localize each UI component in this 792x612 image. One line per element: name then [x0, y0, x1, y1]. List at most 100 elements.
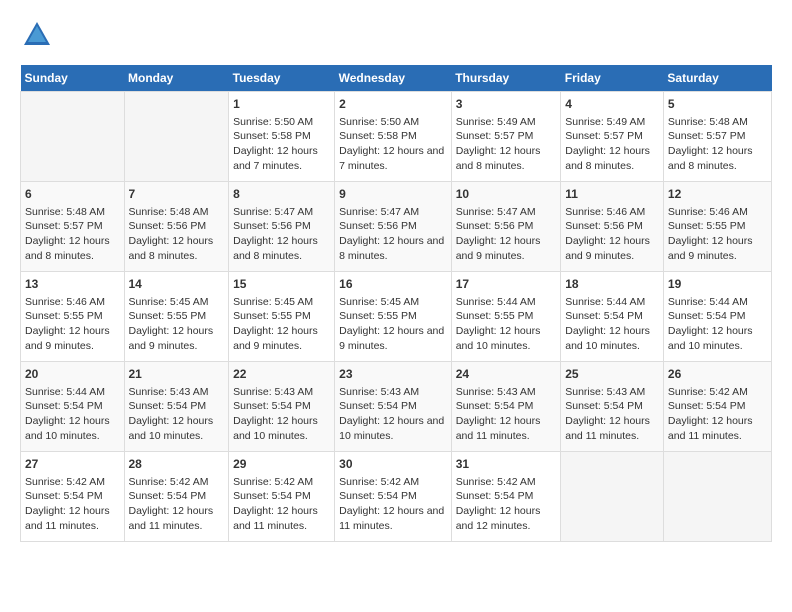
- sunrise-text: Sunrise: 5:43 AM: [565, 385, 659, 400]
- sunset-text: Sunset: 5:56 PM: [129, 219, 225, 234]
- sunset-text: Sunset: 5:57 PM: [456, 129, 557, 144]
- day-number: 24: [456, 366, 557, 383]
- daylight-text: Daylight: 12 hours and 8 minutes.: [25, 234, 120, 263]
- sunrise-text: Sunrise: 5:48 AM: [129, 205, 225, 220]
- sunrise-text: Sunrise: 5:47 AM: [339, 205, 447, 220]
- day-number: 28: [129, 456, 225, 473]
- sunset-text: Sunset: 5:55 PM: [25, 309, 120, 324]
- daylight-text: Daylight: 12 hours and 10 minutes.: [456, 324, 557, 353]
- page-header: [20, 20, 772, 55]
- calendar-cell: 12 Sunrise: 5:46 AMSunset: 5:55 PMDayligh…: [663, 182, 771, 272]
- calendar-cell: 13Sunrise: 5:46 AMSunset: 5:55 PMDayligh…: [21, 272, 125, 362]
- sunrise-text: Sunrise: 5:47 AM: [456, 205, 557, 220]
- daylight-text: Daylight: 12 hours and 11 minutes.: [668, 414, 767, 443]
- day-number: 12: [668, 186, 767, 203]
- sunrise-text: Sunrise: 5:44 AM: [668, 295, 767, 310]
- calendar-cell: 2Sunrise: 5:50 AMSunset: 5:58 PMDaylight…: [335, 92, 452, 182]
- sunset-text: Sunset: 5:55 PM: [456, 309, 557, 324]
- calendar-cell: 6Sunrise: 5:48 AMSunset: 5:57 PMDaylight…: [21, 182, 125, 272]
- weekday-header: Sunday: [21, 65, 125, 92]
- daylight-text: Daylight: 12 hours and 8 minutes.: [129, 234, 225, 263]
- sunrise-text: Sunrise: 5:45 AM: [233, 295, 330, 310]
- day-number: 1: [233, 96, 330, 113]
- daylight-text: Daylight: 12 hours and 10 minutes.: [129, 414, 225, 443]
- calendar-cell: [561, 452, 664, 542]
- sunrise-text: Sunrise: 5:42 AM: [668, 385, 767, 400]
- sunset-text: Sunset: 5:54 PM: [565, 399, 659, 414]
- logo-icon: [22, 20, 52, 50]
- sunrise-text: Sunrise: 5:48 AM: [668, 115, 767, 130]
- weekday-header: Thursday: [451, 65, 561, 92]
- sunrise-text: Sunrise: 5:49 AM: [456, 115, 557, 130]
- daylight-text: Daylight: 12 hours and 7 minutes.: [233, 144, 330, 173]
- sunset-text: Sunset: 5:56 PM: [565, 219, 659, 234]
- day-number: 8: [233, 186, 330, 203]
- calendar-cell: 15Sunrise: 5:45 AMSunset: 5:55 PMDayligh…: [229, 272, 335, 362]
- sunset-text: Sunset: 5:57 PM: [25, 219, 120, 234]
- sunset-text: Sunset: 5:54 PM: [233, 489, 330, 504]
- calendar-cell: 17Sunrise: 5:44 AMSunset: 5:55 PMDayligh…: [451, 272, 561, 362]
- day-number: 16: [339, 276, 447, 293]
- sunset-text: Sunset: 5:54 PM: [565, 309, 659, 324]
- sunrise-text: Sunrise: 5:43 AM: [456, 385, 557, 400]
- sunset-text: Sunset: 5:56 PM: [339, 219, 447, 234]
- sunrise-text: Sunrise: 5:46 AM: [25, 295, 120, 310]
- day-number: 11: [565, 186, 659, 203]
- calendar-cell: 8Sunrise: 5:47 AMSunset: 5:56 PMDaylight…: [229, 182, 335, 272]
- sunset-text: Sunset: 5:57 PM: [668, 129, 767, 144]
- sunrise-text: Sunrise: 5:47 AM: [233, 205, 330, 220]
- sunset-text: Sunset: 5:54 PM: [456, 489, 557, 504]
- sunrise-text: Sunrise: 5:42 AM: [456, 475, 557, 490]
- day-number: 29: [233, 456, 330, 473]
- calendar-cell: 22 Sunrise: 5:43 AMSunset: 5:54 PMDayligh…: [229, 362, 335, 452]
- daylight-text: Daylight: 12 hours and 10 minutes.: [233, 414, 330, 443]
- calendar-cell: 30 Sunrise: 5:42 AMSunset: 5:54 PMDayligh…: [335, 452, 452, 542]
- sunset-text: Sunset: 5:54 PM: [25, 399, 120, 414]
- daylight-text: Daylight: 12 hours and 11 minutes.: [456, 414, 557, 443]
- daylight-text: Daylight: 12 hours and 11 minutes.: [233, 504, 330, 533]
- sunset-text: Sunset: 5:55 PM: [339, 309, 447, 324]
- day-number: 17: [456, 276, 557, 293]
- daylight-text: Daylight: 12 hours and 9 minutes.: [565, 234, 659, 263]
- day-number: 7: [129, 186, 225, 203]
- day-number: 15: [233, 276, 330, 293]
- sunset-text: Sunset: 5:54 PM: [129, 399, 225, 414]
- calendar-cell: 5Sunrise: 5:48 AMSunset: 5:57 PMDaylight…: [663, 92, 771, 182]
- calendar-cell: 11Sunrise: 5:46 AMSunset: 5:56 PMDayligh…: [561, 182, 664, 272]
- daylight-text: Daylight: 12 hours and 7 minutes.: [339, 144, 447, 173]
- weekday-header: Friday: [561, 65, 664, 92]
- day-number: 10: [456, 186, 557, 203]
- day-number: 9: [339, 186, 447, 203]
- calendar-cell: 19Sunrise: 5:44 AMSunset: 5:54 PMDayligh…: [663, 272, 771, 362]
- sunset-text: Sunset: 5:54 PM: [233, 399, 330, 414]
- sunrise-text: Sunrise: 5:43 AM: [233, 385, 330, 400]
- calendar-header: SundayMondayTuesdayWednesdayThursdayFrid…: [21, 65, 772, 92]
- daylight-text: Daylight: 12 hours and 8 minutes.: [456, 144, 557, 173]
- sunset-text: Sunset: 5:54 PM: [456, 399, 557, 414]
- day-number: 4: [565, 96, 659, 113]
- daylight-text: Daylight: 12 hours and 10 minutes.: [25, 414, 120, 443]
- calendar-cell: 10Sunrise: 5:47 AMSunset: 5:56 PMDayligh…: [451, 182, 561, 272]
- day-number: 19: [668, 276, 767, 293]
- sunset-text: Sunset: 5:56 PM: [233, 219, 330, 234]
- day-number: 22: [233, 366, 330, 383]
- daylight-text: Daylight: 12 hours and 10 minutes.: [668, 324, 767, 353]
- sunset-text: Sunset: 5:55 PM: [668, 219, 767, 234]
- sunset-text: Sunset: 5:54 PM: [25, 489, 120, 504]
- daylight-text: Daylight: 12 hours and 11 minutes.: [129, 504, 225, 533]
- daylight-text: Daylight: 12 hours and 10 minutes.: [339, 414, 447, 443]
- day-number: 6: [25, 186, 120, 203]
- sunrise-text: Sunrise: 5:45 AM: [339, 295, 447, 310]
- calendar-cell: 23Sunrise: 5:43 AMSunset: 5:54 PMDayligh…: [335, 362, 452, 452]
- calendar-cell: 21Sunrise: 5:43 AMSunset: 5:54 PMDayligh…: [124, 362, 229, 452]
- sunrise-text: Sunrise: 5:42 AM: [339, 475, 447, 490]
- day-number: 30: [339, 456, 447, 473]
- daylight-text: Daylight: 12 hours and 9 minutes.: [668, 234, 767, 263]
- sunrise-text: Sunrise: 5:45 AM: [129, 295, 225, 310]
- daylight-text: Daylight: 12 hours and 9 minutes.: [233, 324, 330, 353]
- daylight-text: Daylight: 12 hours and 12 minutes.: [456, 504, 557, 533]
- day-number: 23: [339, 366, 447, 383]
- sunset-text: Sunset: 5:54 PM: [339, 489, 447, 504]
- daylight-text: Daylight: 12 hours and 11 minutes.: [339, 504, 447, 533]
- sunrise-text: Sunrise: 5:46 AM: [668, 205, 767, 220]
